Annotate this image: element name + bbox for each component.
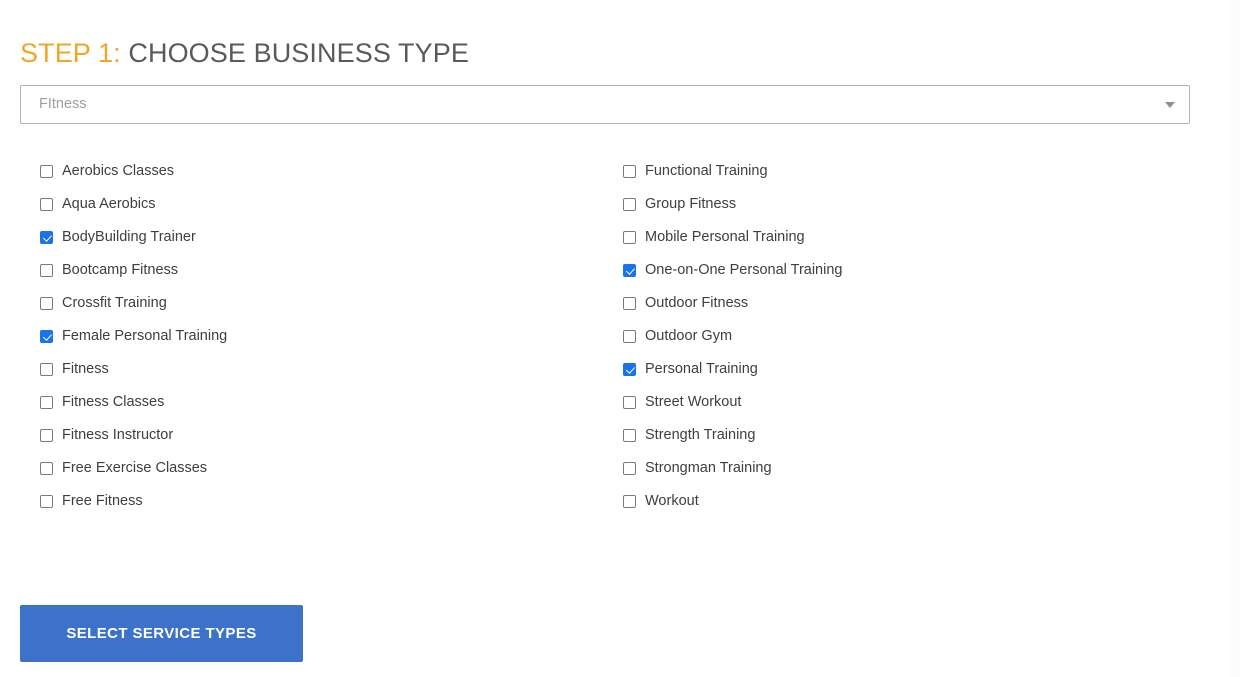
service-type-label: Strength Training [645, 427, 756, 443]
checkbox-unchecked-icon[interactable] [40, 165, 53, 178]
checkbox-unchecked-icon[interactable] [623, 165, 636, 178]
checkbox-checked-icon[interactable] [623, 363, 636, 376]
service-type-label: Aerobics Classes [62, 163, 175, 179]
service-type-label: Bootcamp Fitness [62, 262, 179, 278]
service-type-label: Female Personal Training [62, 328, 228, 344]
service-type-label: Fitness Classes [62, 394, 165, 410]
checkbox-unchecked-icon[interactable] [40, 264, 53, 277]
service-type-label: Workout [645, 493, 699, 509]
service-type-label: Outdoor Gym [645, 328, 733, 344]
service-type-row[interactable]: Group Fitness [623, 188, 1183, 221]
checkbox-checked-icon[interactable] [40, 330, 53, 343]
service-type-label: Personal Training [645, 361, 758, 377]
service-type-row[interactable]: Personal Training [623, 353, 1183, 386]
service-type-row[interactable]: Strength Training [623, 419, 1183, 452]
service-type-label: Functional Training [645, 163, 768, 179]
service-types-column-left: Aerobics Classes Aqua Aerobics BodyBuildin… [40, 155, 600, 518]
checkbox-unchecked-icon[interactable] [40, 429, 53, 442]
service-type-row[interactable]: Bootcamp Fitness [40, 254, 600, 287]
service-type-label: BodyBuilding Trainer [62, 229, 196, 245]
service-type-row[interactable]: Fitness Classes [40, 386, 600, 419]
checkbox-unchecked-icon[interactable] [40, 363, 53, 376]
service-types-column-right: Functional Training Group Fitness Mobile P… [623, 155, 1183, 518]
checkbox-unchecked-icon[interactable] [40, 462, 53, 475]
service-type-label: Free Fitness [62, 493, 143, 509]
checkbox-checked-icon[interactable] [40, 231, 53, 244]
service-type-row[interactable]: Crossfit Training [40, 287, 600, 320]
service-type-row[interactable]: Fitness Instructor [40, 419, 600, 452]
service-type-row[interactable]: Fitness [40, 353, 600, 386]
service-type-row[interactable]: Functional Training [623, 155, 1183, 188]
checkbox-unchecked-icon[interactable] [623, 495, 636, 508]
step-title-label: CHOOSE BUSINESS TYPE [128, 38, 469, 69]
service-type-row[interactable]: BodyBuilding Trainer [40, 221, 600, 254]
service-type-label: Fitness Instructor [62, 427, 174, 443]
page-title: STEP 1: CHOOSE BUSINESS TYPE [20, 36, 469, 70]
service-type-label: Outdoor Fitness [645, 295, 749, 311]
business-type-page: STEP 1: CHOOSE BUSINESS TYPE FItness Aer… [0, 0, 1240, 677]
checkbox-unchecked-icon[interactable] [623, 330, 636, 343]
service-type-row[interactable]: Outdoor Gym [623, 320, 1183, 353]
service-type-label: Strongman Training [645, 460, 772, 476]
step-prefix-label: STEP 1: [20, 38, 121, 69]
select-service-types-button[interactable]: Select Service Types [20, 605, 303, 662]
page-right-gutter [1230, 0, 1240, 677]
service-type-row[interactable]: Strongman Training [623, 452, 1183, 485]
service-type-label: Aqua Aerobics [62, 196, 156, 212]
checkbox-unchecked-icon[interactable] [623, 396, 636, 409]
service-type-label: Mobile Personal Training [645, 229, 805, 245]
service-type-row[interactable]: One-on-One Personal Training [623, 254, 1183, 287]
checkbox-unchecked-icon[interactable] [40, 198, 53, 211]
service-type-row[interactable]: Outdoor Fitness [623, 287, 1183, 320]
service-type-row[interactable]: Street Workout [623, 386, 1183, 419]
service-type-row[interactable]: Aqua Aerobics [40, 188, 600, 221]
service-types-checkbox-grid: Aerobics Classes Aqua Aerobics BodyBuildin… [20, 155, 1190, 525]
checkbox-unchecked-icon[interactable] [623, 198, 636, 211]
service-type-row[interactable]: Female Personal Training [40, 320, 600, 353]
checkbox-unchecked-icon[interactable] [40, 396, 53, 409]
checkbox-unchecked-icon[interactable] [623, 429, 636, 442]
service-type-label: Free Exercise Classes [62, 460, 208, 476]
checkbox-unchecked-icon[interactable] [623, 297, 636, 310]
service-type-row[interactable]: Mobile Personal Training [623, 221, 1183, 254]
service-type-row[interactable]: Free Fitness [40, 485, 600, 518]
business-type-select[interactable]: FItness [20, 85, 1190, 124]
checkbox-unchecked-icon[interactable] [623, 462, 636, 475]
checkbox-checked-icon[interactable] [623, 264, 636, 277]
service-type-label: One-on-One Personal Training [645, 262, 843, 278]
checkbox-unchecked-icon[interactable] [40, 495, 53, 508]
checkbox-unchecked-icon[interactable] [40, 297, 53, 310]
service-type-row[interactable]: Free Exercise Classes [40, 452, 600, 485]
checkbox-unchecked-icon[interactable] [623, 231, 636, 244]
service-type-row[interactable]: Workout [623, 485, 1183, 518]
business-type-select-value: FItness [39, 96, 87, 112]
service-type-label: Street Workout [645, 394, 742, 410]
service-type-label: Group Fitness [645, 196, 737, 212]
service-type-label: Crossfit Training [62, 295, 167, 311]
chevron-down-icon[interactable] [1165, 101, 1175, 108]
service-type-row[interactable]: Aerobics Classes [40, 155, 600, 188]
service-type-label: Fitness [62, 361, 109, 377]
